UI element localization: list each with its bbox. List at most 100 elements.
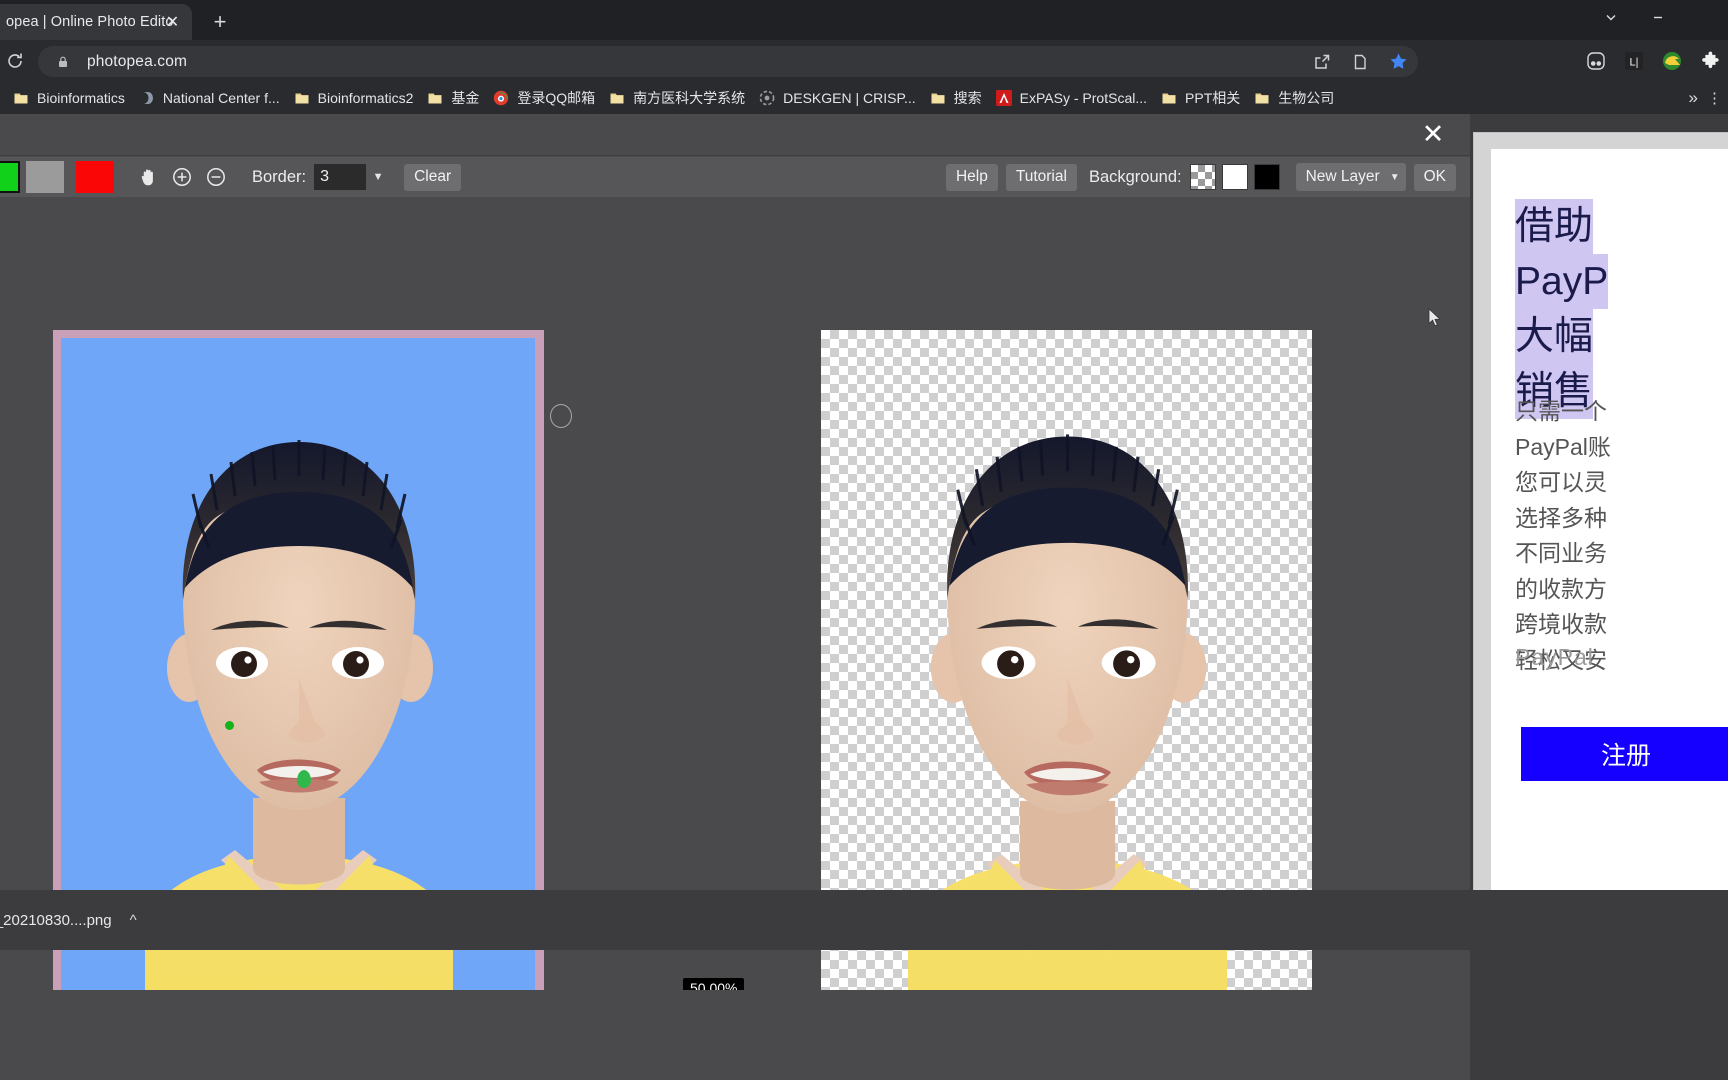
bookmark-star-icon[interactable] — [1388, 52, 1408, 72]
bookmarks-more-icon[interactable]: ⋮ — [1707, 89, 1722, 107]
plugin-toolbar-right: Help Tutorial Background: New Layer ▼ OK — [938, 163, 1456, 191]
page-icon[interactable] — [1350, 52, 1370, 72]
bookmark-label: DESKGEN | CRISP... — [783, 90, 916, 106]
canvas-workarea[interactable]: 50.00% — [0, 197, 1470, 990]
plugin-close-icon[interactable]: ✕ — [1416, 118, 1450, 152]
ad-body-line: 选择多种 — [1515, 504, 1607, 531]
background-white-swatch[interactable] — [1221, 164, 1248, 190]
ad-headline-line: 大幅 — [1515, 309, 1608, 364]
folder-icon — [609, 90, 625, 106]
plugin-toolbar: Border: ▼ Clear Help Tutorial Background… — [0, 157, 1470, 197]
output-target-value: New Layer — [1305, 168, 1380, 185]
browser-toolbar: photopea.com L| — [0, 40, 1728, 82]
download-file-name: U_20210830....png — [0, 911, 112, 929]
reload-icon[interactable] — [0, 46, 30, 76]
extension-icons: L| — [1584, 49, 1722, 73]
bookmark-label: PPT相关 — [1185, 90, 1241, 106]
bookmark-item[interactable]: 基金 — [420, 85, 486, 111]
bookmark-item[interactable]: 生物公司 — [1247, 85, 1341, 111]
red-swatch[interactable] — [76, 161, 114, 193]
window-maximize-icon[interactable] — [1681, 0, 1728, 34]
lastpass-extension-icon[interactable]: L| — [1622, 49, 1646, 73]
bookmark-label: Bioinformatics — [37, 90, 125, 106]
green-marker-dot — [225, 721, 234, 730]
url-text: photopea.com — [87, 52, 188, 70]
bookmark-item[interactable]: 南方医科大学系统 — [602, 85, 752, 111]
bookmark-item[interactable]: 登录QQ邮箱 — [486, 85, 602, 111]
ad-body-line: 跨境收款 — [1515, 611, 1607, 637]
folder-icon — [930, 90, 946, 106]
background-label: Background: — [1088, 167, 1182, 186]
ad-panel: 借助 PayP 大幅 销售 只需一个 PayPal账 您可以灵 选择多种 不同业务 的收款方 跨境… — [1473, 132, 1728, 922]
bookmark-label: 搜索 — [953, 90, 982, 106]
folder-icon — [1254, 90, 1270, 106]
background-transparent-swatch[interactable] — [1189, 164, 1216, 190]
tab-title: opea | Online Photo Edito — [6, 14, 174, 30]
share-icon[interactable] — [1312, 52, 1332, 72]
bookmark-label: 基金 — [451, 90, 480, 106]
folder-icon — [294, 90, 310, 106]
folder-icon — [1161, 90, 1177, 106]
ad-body-line: 只需一个 — [1515, 398, 1607, 424]
ad-cta-button[interactable]: 注册 — [1521, 727, 1728, 781]
bookmark-label: 登录QQ邮箱 — [517, 90, 596, 106]
green-brush-stroke — [297, 770, 311, 788]
bookmark-label: 生物公司 — [1278, 90, 1335, 106]
ad-card[interactable]: 借助 PayP 大幅 销售 只需一个 PayPal账 您可以灵 选择多种 不同业务 的收款方 跨境… — [1491, 149, 1728, 901]
tab-close-icon[interactable]: ✕ — [163, 13, 182, 32]
folder-icon — [427, 90, 443, 106]
bookmark-label: Bioinformatics2 — [317, 90, 414, 106]
browser-tab[interactable]: opea | Online Photo Edito ✕ — [0, 4, 192, 40]
green-swatch[interactable] — [0, 161, 20, 193]
expasy-icon — [995, 90, 1012, 106]
background-black-swatch[interactable] — [1253, 164, 1280, 190]
idm-extension-icon[interactable] — [1660, 49, 1684, 73]
window-expand-icon[interactable] — [1587, 0, 1634, 34]
output-target-select[interactable]: New Layer ▼ — [1295, 163, 1406, 191]
omnibox[interactable]: photopea.com — [38, 46, 1418, 77]
gray-swatch[interactable] — [26, 161, 64, 193]
bookmark-item[interactable]: DESKGEN | CRISP... — [752, 85, 923, 111]
lock-icon — [56, 55, 70, 69]
adblock-extension-icon[interactable] — [1584, 49, 1608, 73]
bookmark-item[interactable]: ExPASy - ProtScal... — [989, 85, 1154, 111]
folder-icon — [13, 90, 29, 106]
help-button[interactable]: Help — [945, 163, 998, 191]
chevron-down-icon: ▼ — [1389, 171, 1400, 183]
browser-tab-strip: opea | Online Photo Edito ✕ + — [0, 0, 1728, 40]
bookmark-item[interactable]: PPT相关 — [1154, 85, 1247, 111]
download-menu-caret-icon[interactable]: ^ — [130, 912, 137, 929]
hand-tool-icon[interactable] — [132, 161, 164, 193]
site-icon — [139, 90, 155, 106]
download-item[interactable]: U_20210830....png ^ — [0, 902, 137, 938]
bookmarks-overflow-icon[interactable]: » — [1689, 88, 1698, 108]
zoom-in-icon[interactable] — [166, 161, 198, 193]
border-dropdown-caret-icon[interactable]: ▼ — [366, 164, 390, 190]
ad-headline: 借助 PayP 大幅 销售 — [1515, 199, 1609, 419]
ad-body-line: PayPal账 — [1515, 433, 1611, 460]
bookmark-item[interactable]: National Center f... — [132, 85, 287, 111]
screen: opea | Online Photo Edito ✕ + photopea.c… — [0, 0, 1728, 1080]
zoom-level-badge: 50.00% — [683, 978, 745, 990]
window-minimize-icon[interactable] — [1634, 0, 1681, 34]
extensions-puzzle-icon[interactable] — [1698, 49, 1722, 73]
bookmark-item[interactable]: Bioinformatics2 — [287, 85, 421, 111]
bookmark-label: National Center f... — [162, 90, 280, 106]
mouse-cursor — [1428, 308, 1442, 328]
bookmark-label: 南方医科大学系统 — [633, 90, 746, 106]
border-input[interactable] — [314, 164, 367, 190]
clear-button[interactable]: Clear — [404, 163, 462, 191]
plugin-titlebar: ut ✕ — [0, 114, 1470, 156]
tutorial-button[interactable]: Tutorial — [1005, 163, 1077, 191]
qq-icon — [493, 90, 509, 106]
bookmark-item[interactable]: Bioinformatics — [6, 85, 132, 111]
bookmark-item[interactable]: 搜索 — [923, 85, 989, 111]
border-label: Border: — [252, 167, 307, 186]
ad-body-text: 只需一个 PayPal账 您可以灵 选择多种 不同业务 的收款方 跨境收款 轻松又安 — [1515, 394, 1611, 678]
ok-button[interactable]: OK — [1413, 163, 1456, 191]
downloads-bar: U_20210830....png ^ 全部 — [0, 890, 1728, 950]
new-tab-icon[interactable]: + — [206, 9, 234, 37]
ad-body-line: 您可以灵 — [1515, 469, 1607, 495]
window-controls — [1587, 0, 1728, 40]
zoom-out-icon[interactable] — [200, 161, 232, 193]
